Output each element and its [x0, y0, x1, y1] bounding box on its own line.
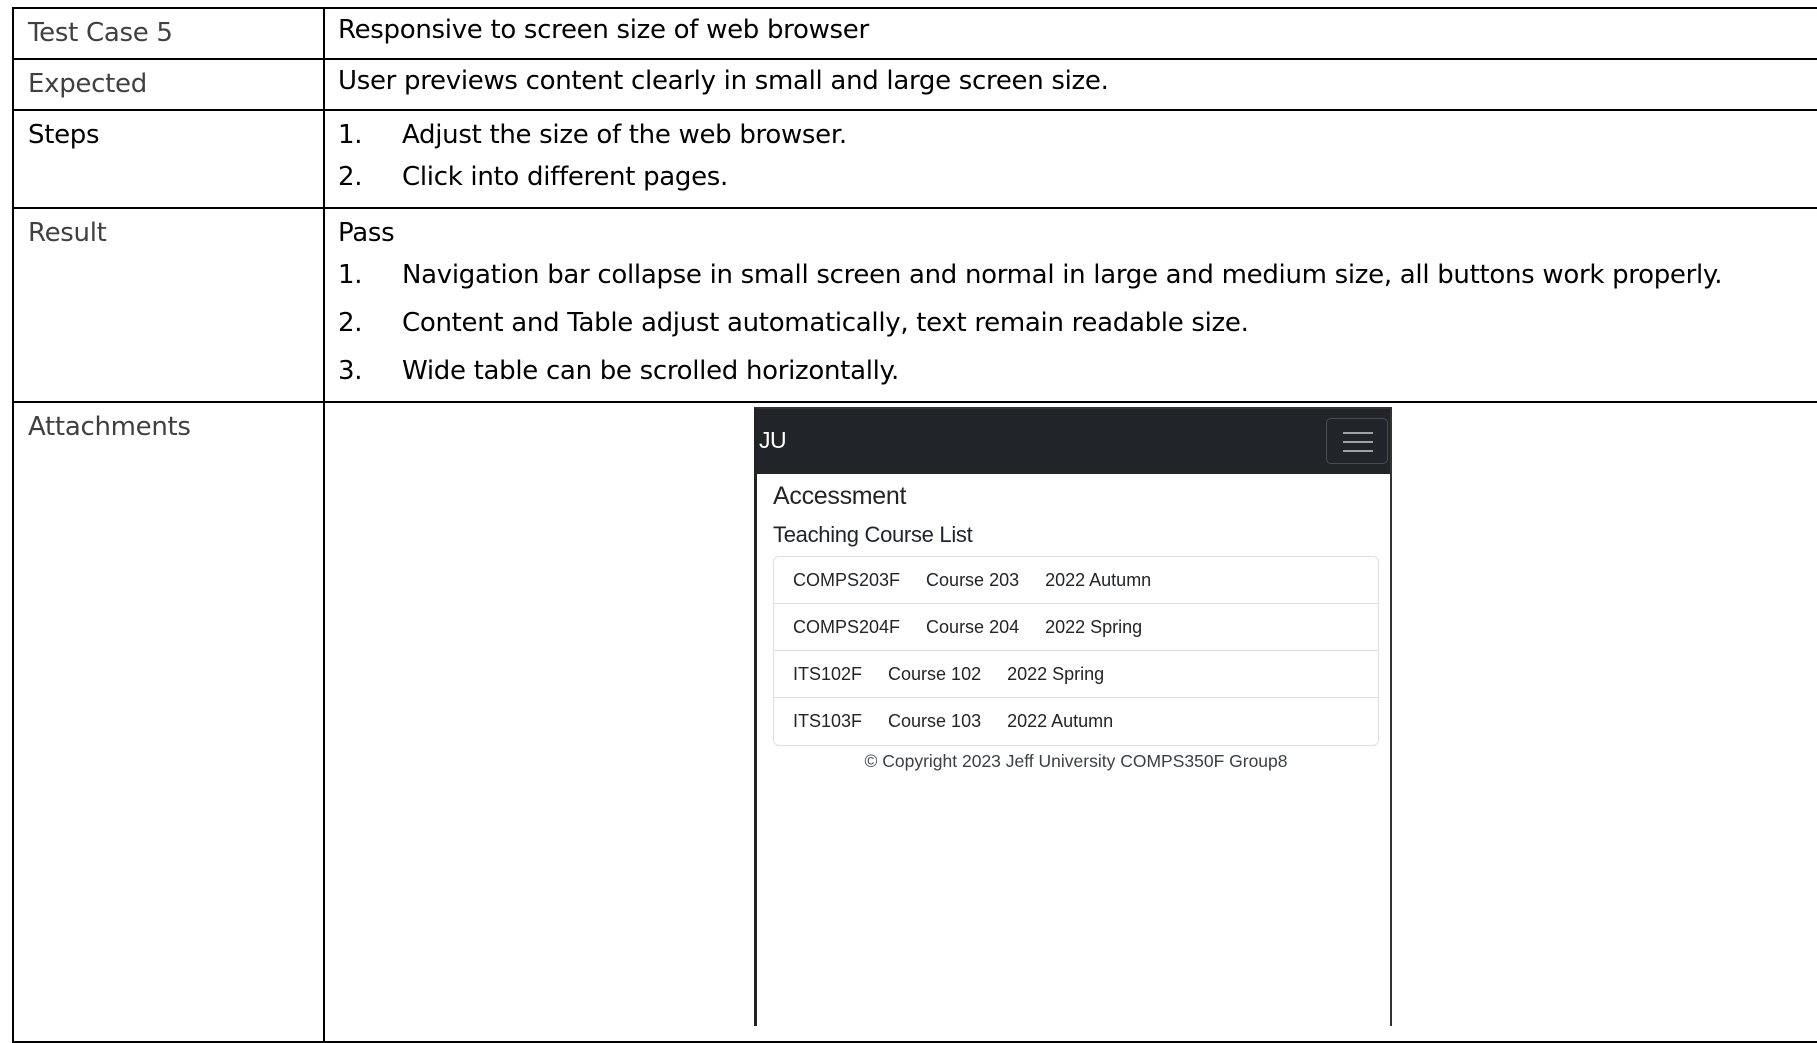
step-text: Click into different pages.	[402, 162, 729, 192]
result-item: 2. Content and Table adjust automatically…	[338, 305, 1817, 353]
course-term: 2022 Spring	[1045, 617, 1143, 637]
course-name: Course 204	[926, 617, 1020, 637]
steps-value: 1. Adjust the size of the web browser. 2.…	[323, 109, 1817, 209]
result-text: Navigation bar collapse in small screen …	[402, 260, 1723, 290]
course-list: COMPS203F Course 203 2022 Autumn COMPS204F…	[773, 556, 1379, 746]
course-code: ITS103F	[793, 711, 863, 731]
course-code: COMPS204F	[793, 617, 901, 637]
test-case-row: Test Case 5 Responsive to screen size of…	[12, 7, 1817, 60]
course-term: 2022 Autumn	[1007, 711, 1114, 731]
result-text: Content and Table adjust automatically, …	[402, 308, 1249, 338]
page-title: Accessment	[773, 482, 907, 510]
section-title: Teaching Course List	[773, 522, 973, 547]
result-status: Pass	[338, 218, 395, 248]
result-label: Result	[12, 207, 325, 403]
navbar-brand[interactable]: JU	[759, 427, 787, 454]
course-code: COMPS203F	[793, 570, 901, 590]
steps-label: Steps	[12, 109, 325, 209]
result-text: Wide table can be scrolled horizontally.	[402, 356, 899, 386]
expected-label: Expected	[12, 58, 325, 111]
test-case-title: Responsive to screen size of web browser	[323, 7, 1817, 60]
list-item[interactable]: ITS103F Course 103 2022 Autumn	[774, 698, 1378, 745]
result-number: 1.	[338, 260, 363, 290]
expected-row: Expected User previews content clearly i…	[12, 58, 1817, 111]
course-name: Course 203	[926, 570, 1020, 590]
hamburger-menu-icon[interactable]	[1326, 418, 1388, 464]
expected-value: User previews content clearly in small a…	[323, 58, 1817, 111]
list-item[interactable]: COMPS204F Course 204 2022 Spring	[774, 604, 1378, 651]
course-term: 2022 Spring	[1007, 664, 1105, 684]
course-name: Course 103	[888, 711, 982, 731]
test-case-label: Test Case 5	[12, 7, 325, 60]
step-item: 1. Adjust the size of the web browser.	[338, 117, 1817, 159]
step-number: 1.	[338, 120, 363, 150]
step-item: 2. Click into different pages.	[338, 159, 1817, 207]
steps-row: Steps 1. Adjust the size of the web brows…	[12, 109, 1817, 209]
course-term: 2022 Autumn	[1045, 570, 1152, 590]
result-row: Result Pass 1. Navigation bar collapse in…	[12, 207, 1817, 403]
attachments-label: Attachments	[12, 401, 325, 1043]
result-value: Pass 1. Navigation bar collapse in small …	[323, 207, 1817, 403]
list-item[interactable]: ITS102F Course 102 2022 Spring	[774, 651, 1378, 698]
course-name: Course 102	[888, 664, 982, 684]
step-text: Adjust the size of the web browser.	[402, 120, 847, 150]
course-code: ITS102F	[793, 664, 863, 684]
step-number: 2.	[338, 162, 363, 192]
navbar: JU	[757, 409, 1390, 474]
footer-copyright: © Copyright 2023 Jeff University COMPS35…	[864, 751, 1288, 771]
result-number: 3.	[338, 356, 363, 386]
result-item: 3. Wide table can be scrolled horizontall…	[338, 353, 1817, 401]
attachment-screenshot: JU Accessment Teaching Course List COMPS…	[754, 407, 1392, 1026]
list-item[interactable]: COMPS203F Course 203 2022 Autumn	[774, 557, 1378, 604]
result-item: 1. Navigation bar collapse in small scree…	[338, 257, 1817, 305]
result-number: 2.	[338, 308, 363, 338]
